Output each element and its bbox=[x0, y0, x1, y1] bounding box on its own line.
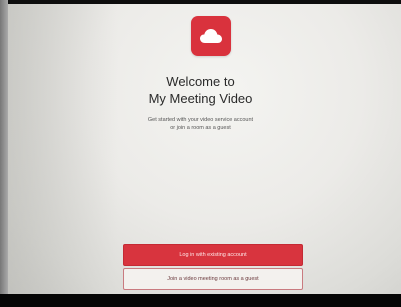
welcome-title-line1: Welcome to bbox=[166, 74, 235, 89]
login-button-label: Log in with existing account bbox=[179, 252, 247, 258]
app-logo bbox=[191, 16, 231, 56]
login-button[interactable]: Log in with existing account bbox=[123, 244, 303, 266]
join-as-guest-button-label: Join a video meeting room as a guest bbox=[167, 276, 259, 282]
join-as-guest-button[interactable]: Join a video meeting room as a guest bbox=[123, 268, 303, 290]
subtitle-line1: Get started with your video service acco… bbox=[147, 117, 254, 123]
subtitle-line2: or join a room as a guest bbox=[170, 125, 231, 131]
monitor-bezel-bottom bbox=[0, 294, 401, 307]
welcome-title-line2: My Meeting Video bbox=[148, 91, 253, 106]
cloud-icon bbox=[200, 29, 222, 43]
monitor-bezel-left bbox=[0, 0, 8, 307]
